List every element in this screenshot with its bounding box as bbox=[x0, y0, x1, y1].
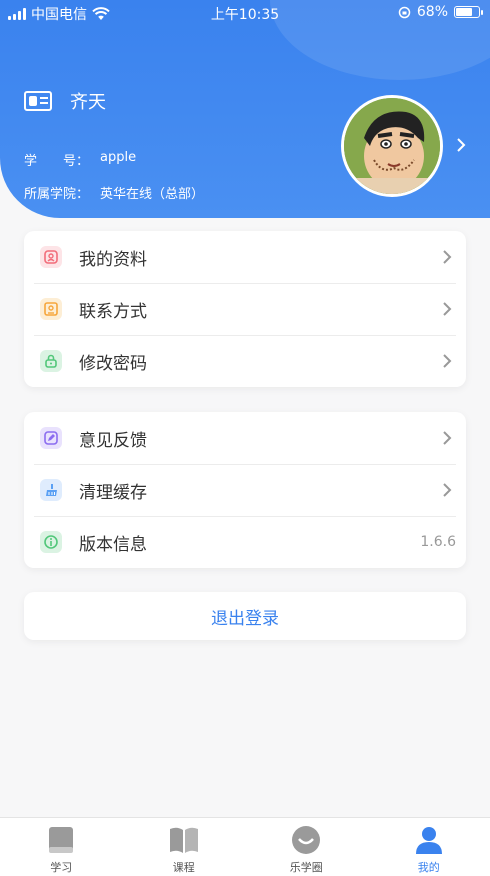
tab-label: 学习 bbox=[50, 861, 73, 874]
broom-icon bbox=[40, 479, 62, 501]
settings-menu-card: 意见反馈 清理缓存 版本信息 1.6.6 bbox=[24, 412, 466, 568]
menu-label: 我的资料 bbox=[79, 249, 147, 270]
profile-header: 中国电信 上午10:35 68% 齐天 学 号： apple 所属学院： 英华在… bbox=[0, 0, 490, 218]
id-card-icon bbox=[24, 91, 52, 111]
logout-button[interactable]: 退出登录 bbox=[24, 592, 466, 640]
user-icon bbox=[412, 825, 446, 855]
chevron-right-icon bbox=[436, 298, 458, 320]
bottom-tab-bar: 学习 课程 乐学圈 我的 bbox=[0, 817, 490, 876]
menu-item-change-password[interactable]: 修改密码 bbox=[24, 335, 466, 387]
feedback-icon bbox=[40, 427, 62, 449]
orientation-lock-icon bbox=[398, 6, 411, 18]
menu-label: 修改密码 bbox=[79, 353, 147, 374]
account-menu-card: 我的资料 联系方式 修改密码 bbox=[24, 231, 466, 387]
status-bar: 中国电信 上午10:35 68% bbox=[0, 0, 490, 26]
chevron-right-icon bbox=[436, 479, 458, 501]
menu-item-my-profile[interactable]: 我的资料 bbox=[24, 231, 466, 283]
info-icon bbox=[40, 531, 62, 553]
menu-label: 意见反馈 bbox=[79, 430, 147, 451]
chevron-right-icon bbox=[436, 246, 458, 268]
menu-item-clear-cache[interactable]: 清理缓存 bbox=[24, 464, 466, 516]
school-label: 所属学院： bbox=[24, 187, 90, 202]
profile-chevron-icon[interactable] bbox=[455, 134, 467, 158]
menu-label: 清理缓存 bbox=[79, 482, 147, 503]
chevron-right-icon bbox=[436, 350, 458, 372]
tab-courses[interactable]: 课程 bbox=[123, 818, 246, 876]
tab-study[interactable]: 学习 bbox=[0, 818, 123, 876]
battery-percent: 68% bbox=[416, 4, 448, 20]
lock-icon bbox=[40, 350, 62, 372]
tab-label: 我的 bbox=[417, 861, 440, 874]
book-icon bbox=[167, 825, 201, 855]
tab-label: 乐学圈 bbox=[289, 861, 323, 874]
menu-item-version-info[interactable]: 版本信息 1.6.6 bbox=[24, 516, 466, 568]
circle-icon bbox=[289, 825, 323, 855]
menu-label: 联系方式 bbox=[79, 301, 147, 322]
student-id-value: apple bbox=[100, 150, 137, 165]
version-number: 1.6.6 bbox=[420, 534, 456, 550]
tab-circle[interactable]: 乐学圈 bbox=[245, 818, 368, 876]
profile-info: 齐天 学 号： apple 所属学院： 英华在线（总部） bbox=[24, 88, 204, 202]
tab-mine[interactable]: 我的 bbox=[368, 818, 490, 876]
profile-icon bbox=[40, 246, 62, 268]
menu-item-feedback[interactable]: 意见反馈 bbox=[24, 412, 466, 464]
user-name: 齐天 bbox=[70, 92, 106, 113]
tab-label: 课程 bbox=[172, 861, 195, 874]
menu-item-contact[interactable]: 联系方式 bbox=[24, 283, 466, 335]
student-id-label: 学 号： bbox=[24, 154, 90, 169]
menu-label: 版本信息 bbox=[79, 534, 147, 555]
avatar[interactable] bbox=[341, 95, 443, 197]
study-icon bbox=[44, 825, 78, 855]
chevron-right-icon bbox=[436, 427, 458, 449]
school-value: 英华在线（总部） bbox=[100, 187, 205, 202]
battery-icon bbox=[454, 6, 483, 18]
contact-card-icon bbox=[40, 298, 62, 320]
